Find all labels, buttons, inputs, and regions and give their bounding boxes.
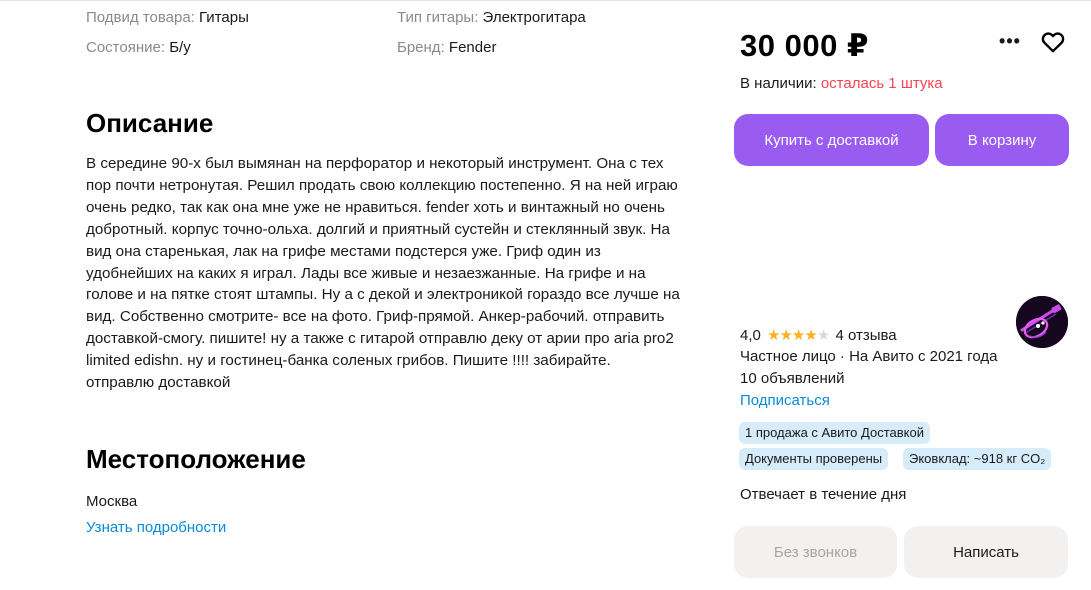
badge-documents-verified: Документы проверены <box>739 448 889 470</box>
spec-key: Состояние: <box>86 39 166 56</box>
seller-avatar[interactable] <box>1016 296 1068 348</box>
spec-value: Электрогитара <box>482 9 586 26</box>
description-line: доставкой-смогу. пишите! ну а также с ги… <box>86 330 674 348</box>
badge-eco-contribution[interactable]: Эковклад: ~918 кг CO₂ <box>903 448 1052 470</box>
offer-panel: 30 000 ₽ ••• В наличии: осталась 1 штука… <box>734 0 1074 590</box>
description-line: очень редко, так как она мне уже не нрав… <box>86 198 665 216</box>
heart-icon[interactable] <box>1040 29 1066 55</box>
price: 30 000 ₽ <box>740 28 869 63</box>
spec-value: Fender <box>448 39 497 56</box>
description-line: удобнейших на каких я играл. Лады все жи… <box>86 264 646 282</box>
description-heading: Описание <box>86 108 214 138</box>
reviews-count: 4 отзыва <box>835 327 897 344</box>
location-city: Москва <box>86 493 138 510</box>
description-text: В середине 90-х был вымянан на перфорато… <box>86 153 701 394</box>
description-line: limited edishn. ну и гостинец-банка соле… <box>86 352 611 370</box>
description-line: пор почти нетронутая. Решил продать свою… <box>86 176 678 194</box>
spec-subcategory: Подвид товара: Гитары <box>86 8 249 28</box>
stock-value: осталась 1 штука <box>820 75 943 92</box>
response-time: Отвечает в течение дня <box>740 486 907 503</box>
location-details-link[interactable]: Узнать подробности <box>86 518 226 538</box>
spec-value: Б/у <box>169 39 191 56</box>
description-line: вид она старенькая, лак на грифе местами… <box>86 242 601 260</box>
add-to-cart-button[interactable]: В корзину <box>935 114 1069 166</box>
spec-value: Гитары <box>199 9 249 26</box>
write-message-button[interactable]: Написать <box>904 526 1068 578</box>
spec-brand: Бренд: Fender <box>397 38 496 58</box>
seller-ads-count[interactable]: 10 объявлений <box>740 369 845 389</box>
rating-value: 4,0 <box>740 327 761 344</box>
spec-key: Бренд: <box>397 39 445 56</box>
description-line: В середине 90-х был вымянан на перфорато… <box>86 155 664 172</box>
stock-status: В наличии: осталась 1 штука <box>740 74 943 94</box>
stock-label: В наличии: <box>740 75 817 92</box>
description-line: добротный. корпус точно-ольха. долгий и … <box>86 220 670 238</box>
spec-key: Тип гитары: <box>397 9 479 26</box>
seller-info: Частное лицо · На Авито с 2021 года <box>740 348 998 365</box>
spec-key: Подвид товара: <box>86 9 195 26</box>
rating-stars-icon: ★★★★★ <box>767 327 830 344</box>
description-line: голове и на пятке стоят штампы. Ну а с д… <box>86 286 680 304</box>
seller-rating[interactable]: 4,0 ★★★★★ 4 отзыва <box>740 326 897 346</box>
badge-delivery-sales: 1 продажа с Авито Доставкой <box>739 422 930 444</box>
no-calls-button: Без звонков <box>734 526 897 578</box>
more-dots-icon[interactable]: ••• <box>996 30 1024 52</box>
location-heading: Местоположение <box>86 444 306 474</box>
spec-guitar-type: Тип гитары: Электрогитара <box>397 8 586 28</box>
description-line: вид. Собственно смотрите- все на фото. Г… <box>86 308 665 326</box>
guitar-avatar-image <box>1016 296 1068 348</box>
buy-with-delivery-button[interactable]: Купить с доставкой <box>734 114 929 166</box>
spec-condition: Состояние: Б/у <box>86 38 191 58</box>
subscribe-link[interactable]: Подписаться <box>740 391 830 411</box>
description-line: отправлю доставкой <box>86 374 231 392</box>
